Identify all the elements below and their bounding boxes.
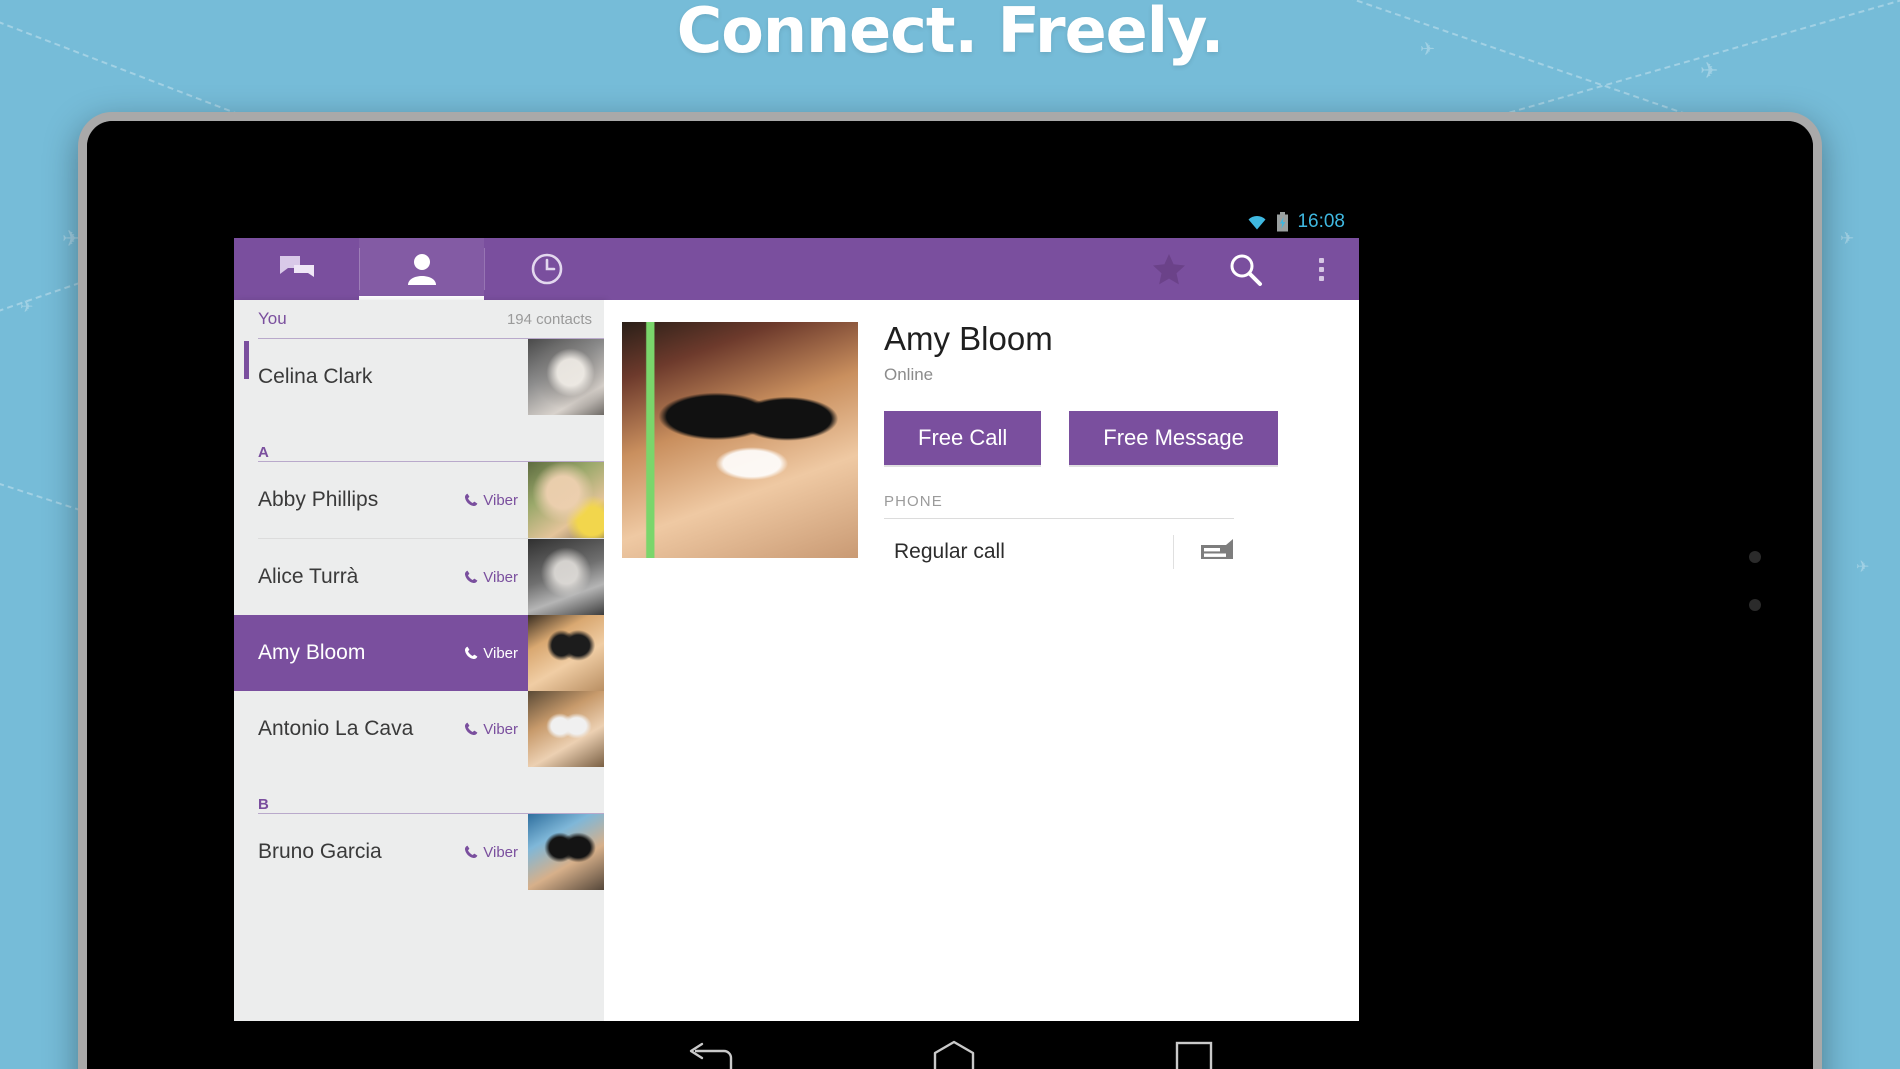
contacts-count: 194 contacts xyxy=(506,310,592,328)
tab-chats[interactable] xyxy=(234,238,359,300)
tab-recents[interactable] xyxy=(484,238,609,300)
home-icon[interactable] xyxy=(933,1040,975,1069)
recents-icon[interactable] xyxy=(1175,1041,1213,1069)
service-label: Viber xyxy=(483,720,518,738)
list-header: You 194 contacts xyxy=(234,300,604,338)
status-clock: 16:08 xyxy=(1297,211,1345,232)
row-divider xyxy=(1172,534,1174,569)
you-label: You xyxy=(258,309,287,328)
sensor-dot-icon xyxy=(1749,599,1761,611)
tablet-device: 16:08 You 194 contacts Celina Clark A Ab… xyxy=(78,112,1822,1069)
contact-name: Alice Turrà xyxy=(258,565,359,588)
avatar xyxy=(528,539,604,615)
android-navigation-bar xyxy=(87,1021,1813,1069)
phone-section-label: PHONE xyxy=(884,492,943,510)
service-tag: Viber xyxy=(463,645,518,662)
list-item-amy[interactable]: Amy Bloom Viber xyxy=(234,615,604,691)
list-item-abby[interactable]: Abby Phillips Viber xyxy=(234,462,604,538)
viber-call-icon xyxy=(465,493,478,507)
content-area: You 194 contacts Celina Clark A Abby Phi… xyxy=(234,300,1359,1026)
phone-section: PHONE Regular call xyxy=(884,493,1234,585)
tablet-screen-bezel: 16:08 You 194 contacts Celina Clark A Ab… xyxy=(87,121,1813,1069)
page-title: Amy Bloom xyxy=(884,320,1053,357)
tab-contacts[interactable] xyxy=(359,238,484,300)
keypad-icon[interactable] xyxy=(1200,538,1234,565)
phone-row-label: Regular call xyxy=(894,539,1005,563)
search-button[interactable] xyxy=(1207,238,1283,300)
contact-name: Amy Bloom xyxy=(258,641,366,664)
section-header-a: A xyxy=(258,444,269,461)
service-label: Viber xyxy=(483,644,518,662)
service-label: Viber xyxy=(483,843,518,861)
service-label: Viber xyxy=(483,491,518,509)
contact-name: Antonio La Cava xyxy=(258,717,414,740)
viber-call-icon xyxy=(465,570,478,584)
avatar-face-highlight xyxy=(528,462,604,538)
viber-call-icon xyxy=(465,845,478,859)
status-bar: 16:08 xyxy=(234,206,1359,238)
free-call-button[interactable]: Free Call xyxy=(884,410,1042,465)
service-tag: Viber xyxy=(463,844,518,861)
detail-header: Amy Bloom Online Free Call Free Message … xyxy=(622,320,1359,585)
star-icon xyxy=(1153,253,1185,284)
search-icon xyxy=(1230,254,1262,286)
overflow-menu-button[interactable] xyxy=(1283,238,1359,300)
contact-detail-pane: Amy Bloom Online Free Call Free Message … xyxy=(604,300,1359,1026)
avatar xyxy=(528,814,604,890)
section-header-b: B xyxy=(258,796,269,813)
avatar xyxy=(528,339,604,415)
phone-row-regular-call[interactable]: Regular call xyxy=(884,519,1234,585)
avatar xyxy=(528,615,604,691)
back-arrow-icon[interactable] xyxy=(687,1042,733,1069)
camera-dot-icon xyxy=(1749,551,1761,563)
android-screen: 16:08 You 194 contacts Celina Clark A Ab… xyxy=(234,206,1359,1026)
action-bar-spacer xyxy=(609,238,1131,300)
promo-headline: Connect. Freely. xyxy=(676,0,1225,67)
bird-icon: ✈ xyxy=(20,299,34,316)
avatar xyxy=(528,691,604,767)
service-tag: Viber xyxy=(463,569,518,586)
favorites-button[interactable] xyxy=(1131,238,1207,300)
wifi-icon xyxy=(1248,215,1266,230)
contact-name: Abby Phillips xyxy=(258,488,379,511)
avatar-face-highlight xyxy=(528,339,604,415)
avatar-face-highlight xyxy=(528,615,604,691)
bird-icon: ✈ xyxy=(1856,559,1870,576)
list-item-self[interactable]: Celina Clark xyxy=(234,339,604,415)
service-tag: Viber xyxy=(463,721,518,738)
person-icon xyxy=(407,254,436,285)
free-message-button[interactable]: Free Message xyxy=(1069,410,1278,465)
avatar xyxy=(528,462,604,538)
overflow-menu-icon xyxy=(1318,257,1324,281)
clock-icon xyxy=(531,253,562,285)
detail-identity: Amy Bloom Online Free Call Free Message … xyxy=(884,320,1278,585)
service-tag: Viber xyxy=(463,492,518,509)
viber-call-icon xyxy=(465,722,478,736)
avatar-face-highlight xyxy=(528,814,604,890)
list-item-bruno[interactable]: Bruno Garcia Viber xyxy=(234,814,604,890)
contacts-list-pane[interactable]: You 194 contacts Celina Clark A Abby Phi… xyxy=(234,300,604,1026)
contact-name: Bruno Garcia xyxy=(258,840,382,863)
detail-action-buttons: Free Call Free Message xyxy=(884,410,1278,465)
list-item-alice[interactable]: Alice Turrà Viber xyxy=(234,539,604,615)
battery-charging-icon xyxy=(1277,212,1289,232)
service-label: Viber xyxy=(483,568,518,586)
viber-call-icon xyxy=(465,646,478,660)
contact-photo-smile xyxy=(622,322,858,558)
bird-icon: ✈ xyxy=(1840,229,1855,248)
avatar-face-highlight xyxy=(528,539,604,615)
list-item-antonio[interactable]: Antonio La Cava Viber xyxy=(234,691,604,767)
contact-photo xyxy=(622,322,858,558)
chat-bubbles-icon xyxy=(279,256,314,277)
avatar-face-highlight xyxy=(528,691,604,767)
status-badge: Online xyxy=(884,364,934,384)
contact-name: Celina Clark xyxy=(258,365,373,388)
action-bar xyxy=(234,238,1359,300)
